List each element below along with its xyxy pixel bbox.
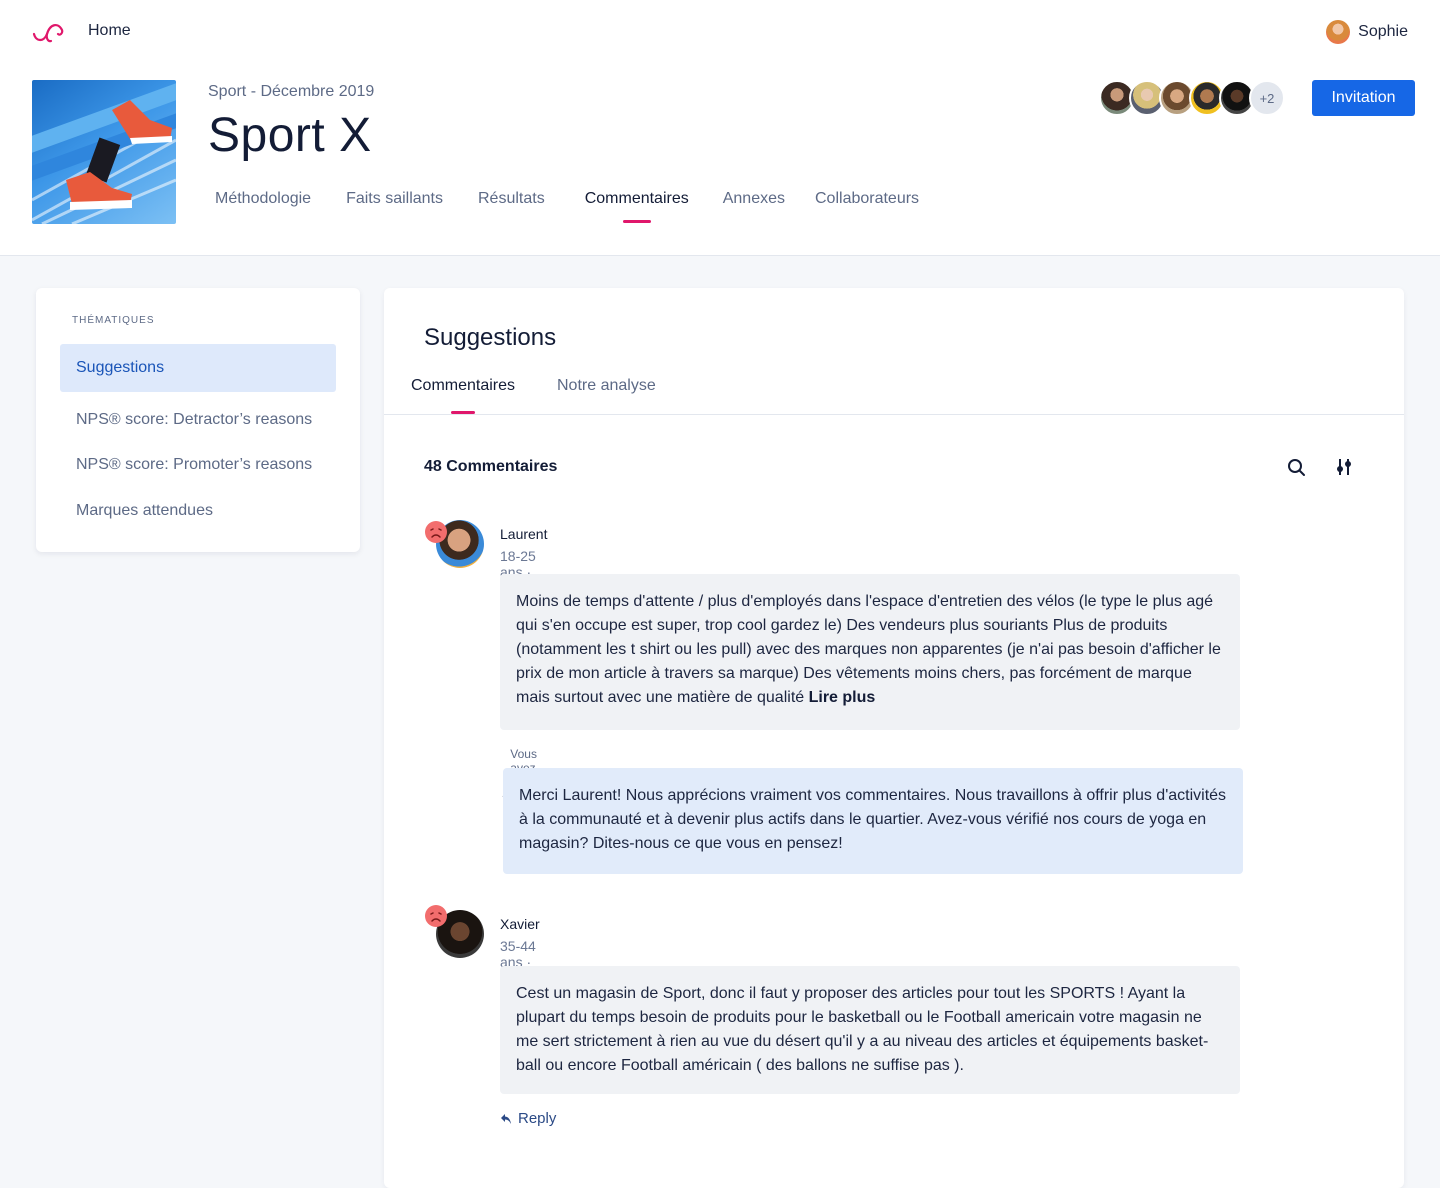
panel-tabs: Commentaires Notre analyse [384, 374, 1404, 415]
sneakers-image [32, 80, 176, 224]
home-link[interactable]: Home [88, 22, 131, 40]
comment-bubble: Cest un magasin de Sport, donc il faut y… [500, 966, 1240, 1094]
read-more-link[interactable]: Lire plus [809, 689, 876, 706]
tab-commentaires[interactable]: Commentaires [585, 190, 689, 230]
sad-face-icon [425, 521, 447, 543]
sidebar-item-nps-detractor[interactable]: NPS® score: Detractor’s reasons [60, 396, 336, 444]
study-title: Sport X [208, 109, 372, 162]
sidebar-item-marques[interactable]: Marques attendues [60, 487, 336, 535]
tab-annexes[interactable]: Annexes [723, 190, 785, 230]
sidebar-item-suggestions[interactable]: Suggestions [60, 344, 336, 392]
sidebar-title: THÉMATIQUES [72, 315, 155, 326]
more-collaborators-badge[interactable]: +2 [1249, 80, 1285, 116]
tab-panel-commentaires[interactable]: Commentaires [411, 377, 515, 414]
tab-notre-analyse[interactable]: Notre analyse [557, 377, 656, 395]
page-header: Home Sophie Sport - Décembre 2019 Sport … [0, 0, 1440, 256]
reply-icon [501, 1113, 511, 1124]
brand-logo-icon[interactable] [32, 20, 64, 44]
invitation-button[interactable]: Invitation [1312, 80, 1415, 116]
user-name: Sophie [1358, 23, 1408, 40]
comment-author: Xavier [500, 916, 540, 932]
tab-methodologie[interactable]: Méthodologie [215, 190, 311, 230]
study-subtitle: Sport - Décembre 2019 [208, 83, 375, 100]
tab-collaborateurs[interactable]: Collaborateurs [815, 190, 919, 230]
tab-faits-saillants[interactable]: Faits saillants [346, 190, 443, 230]
collaborator-avatars[interactable]: +2 [1099, 80, 1285, 116]
search-icon[interactable] [1285, 456, 1307, 478]
comment-bubble: Moins de temps d'attente / plus d'employ… [500, 574, 1240, 730]
study-nav: Méthodologie Faits saillants Résultats C… [215, 190, 954, 230]
user-menu[interactable]: Sophie [1326, 20, 1408, 44]
filter-icon[interactable] [1333, 456, 1355, 478]
sad-face-icon [425, 905, 447, 927]
reply-bubble: Merci Laurent! Nous apprécions vraiment … [503, 768, 1243, 874]
comments-panel: Suggestions Commentaires Notre analyse 4… [384, 288, 1404, 1188]
comment-count: 48 Commentaires [424, 458, 558, 475]
comment-author: Laurent [500, 526, 548, 542]
themes-sidebar: THÉMATIQUES Suggestions NPS® score: Detr… [36, 288, 360, 552]
user-avatar [1326, 20, 1351, 44]
reply-label: Reply [518, 1110, 557, 1127]
tab-resultats[interactable]: Résultats [478, 190, 545, 230]
study-cover-image [32, 80, 176, 224]
sidebar-item-nps-promoter[interactable]: NPS® score: Promoter’s reasons [60, 441, 336, 489]
panel-title: Suggestions [424, 324, 557, 351]
reply-button[interactable]: Reply [500, 1110, 556, 1127]
